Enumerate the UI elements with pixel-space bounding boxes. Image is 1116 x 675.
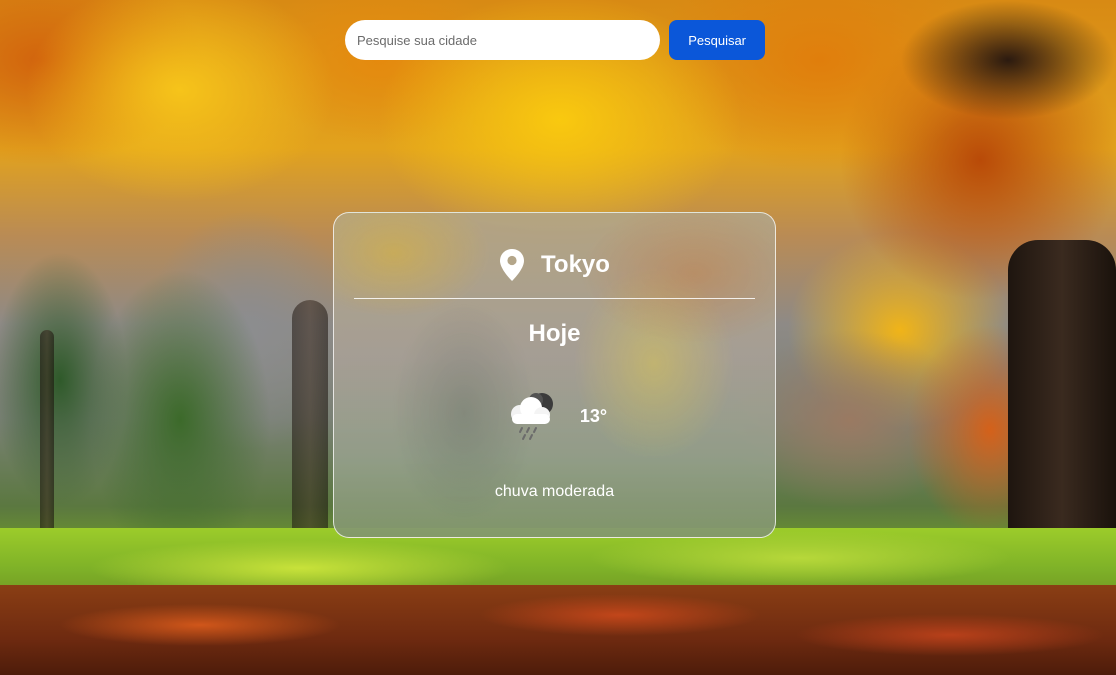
search-bar: Pesquisar: [345, 20, 765, 60]
app-root: Pesquisar Tokyo Hoje: [0, 0, 1116, 675]
search-input[interactable]: [345, 20, 661, 60]
temperature: 13°: [579, 405, 608, 426]
background-tree-trunk-far: [40, 330, 54, 535]
weather-description: chuva moderada: [494, 483, 615, 500]
background-tree-trunk-left: [292, 300, 328, 535]
background-tree-trunk: [1008, 240, 1116, 540]
divider: [354, 298, 755, 299]
location-pin-icon: [500, 249, 525, 281]
rain-cloud-night-icon: [510, 393, 553, 440]
day-label: Hoje: [528, 320, 581, 347]
background-fallen-leaves: [0, 585, 1116, 675]
city-name: Tokyo: [541, 251, 610, 278]
weather-row: 13°: [334, 388, 775, 444]
search-button[interactable]: Pesquisar: [669, 20, 765, 60]
weather-card: Tokyo Hoje 13° chuva moderada: [333, 212, 776, 538]
city-row: Tokyo: [334, 248, 775, 282]
background-dark-canopy: [900, 0, 1116, 120]
